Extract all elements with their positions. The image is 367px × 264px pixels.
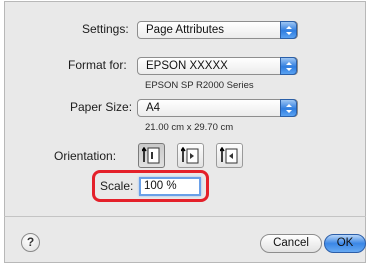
printer-model-text: EPSON SP R2000 Series — [145, 80, 254, 91]
ok-button[interactable]: OK — [324, 234, 366, 253]
format-for-label: Format for: — [68, 58, 127, 72]
landscape-right-orientation-button[interactable] — [216, 143, 243, 168]
settings-popup[interactable]: Page Attributes — [137, 21, 298, 39]
paper-dimensions-text: 21.00 cm x 29.70 cm — [145, 122, 234, 133]
format-for-popup-value: EPSON XXXXX — [146, 60, 228, 72]
paper-size-label: Paper Size: — [70, 100, 133, 114]
landscape-right-orientation-icon — [220, 147, 238, 164]
popup-arrows-icon — [280, 57, 297, 75]
orientation-label: Orientation: — [54, 149, 117, 163]
popup-arrows-icon — [280, 99, 297, 117]
settings-popup-value: Page Attributes — [146, 24, 224, 36]
format-for-popup[interactable]: EPSON XXXXX — [137, 57, 298, 75]
separator — [4, 216, 366, 217]
scale-label: Scale: — [100, 179, 134, 193]
landscape-left-orientation-icon — [181, 147, 199, 164]
landscape-left-orientation-button[interactable] — [177, 143, 204, 168]
portrait-orientation-button[interactable] — [138, 143, 165, 168]
portrait-orientation-icon — [142, 147, 160, 164]
help-button[interactable]: ? — [21, 233, 40, 252]
paper-size-popup[interactable]: A4 — [137, 99, 298, 117]
settings-label: Settings: — [82, 22, 129, 36]
cancel-button[interactable]: Cancel — [260, 234, 322, 253]
scale-input[interactable]: 100 % — [139, 177, 201, 196]
popup-arrows-icon — [280, 21, 297, 39]
paper-size-popup-value: A4 — [146, 102, 161, 114]
